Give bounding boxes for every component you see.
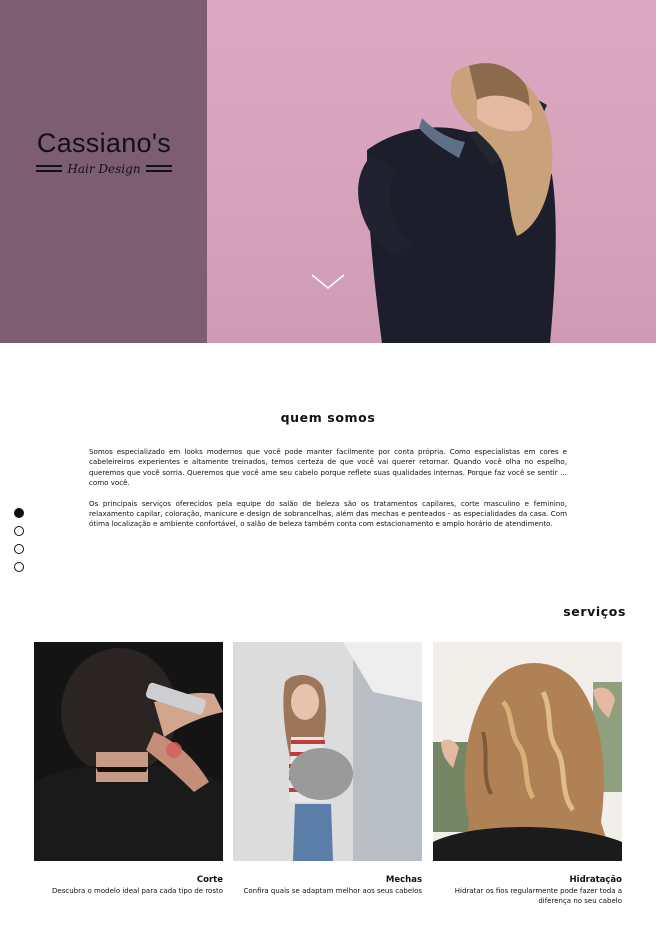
about-title: quem somos: [280, 410, 376, 425]
service-card-mechas[interactable]: Mechas Confira quais se adaptam melhor a…: [233, 642, 422, 896]
service-card-corte[interactable]: Corte Descubra o modelo ideal para cada …: [34, 642, 223, 896]
logo-rule: [36, 165, 62, 167]
hero-image: [207, 0, 656, 343]
logo[interactable]: Cassiano's Hair Design: [34, 128, 174, 181]
logo-rule: [146, 170, 172, 172]
service-card-hidratacao[interactable]: Hidratação Hidratar os fios regularmente…: [433, 642, 622, 906]
service-description: Descubra o modelo ideal para cada tipo d…: [52, 887, 223, 895]
about-paragraph: Somos especializado em looks modernos qu…: [89, 447, 567, 488]
nav-dot-4[interactable]: [14, 562, 24, 572]
logo-title: Cassiano's: [36, 128, 172, 158]
service-image-corte: [34, 642, 223, 861]
hero-brand-panel: Cassiano's Hair Design: [0, 0, 207, 343]
service-image-hidratacao: [433, 642, 622, 861]
hero-section: Cassiano's Hair Design: [0, 0, 656, 343]
chevron-down-icon[interactable]: [310, 272, 346, 292]
service-title: Corte: [196, 875, 223, 885]
nav-dot-1[interactable]: [14, 508, 24, 518]
service-description: Hidratar os fios regularmente pode fazer…: [454, 887, 622, 905]
logo-rule: [146, 165, 172, 167]
service-image-mechas: [233, 642, 422, 861]
service-title: Mechas: [385, 875, 422, 885]
nav-dot-2[interactable]: [14, 526, 24, 536]
about-paragraph: Os principais serviços oferecidos pela e…: [89, 498, 567, 529]
service-description: Confira quais se adaptam melhor aos seus…: [243, 887, 422, 895]
hero-person-photo: [358, 63, 556, 343]
nav-dot-3[interactable]: [14, 544, 24, 554]
section-nav-dots: [14, 508, 26, 580]
logo-tagline: Hair Design: [67, 162, 141, 176]
service-title: Hidratação: [569, 875, 622, 885]
about-text: Somos especializado em looks modernos qu…: [89, 447, 567, 540]
services-title: serviços: [563, 604, 626, 619]
logo-rule: [36, 170, 62, 172]
